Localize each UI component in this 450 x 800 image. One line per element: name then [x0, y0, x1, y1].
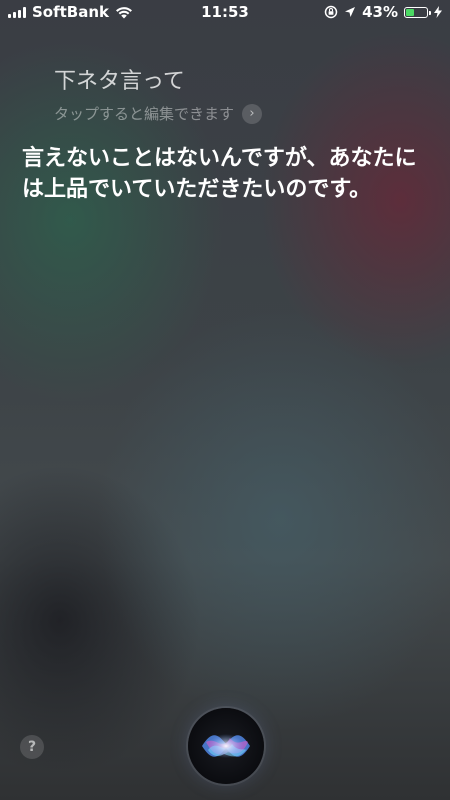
siri-waveform-icon	[202, 734, 250, 758]
status-right: 43%	[324, 3, 442, 21]
location-icon	[345, 7, 356, 17]
battery-icon	[404, 6, 431, 18]
battery-percent: 43%	[362, 3, 398, 21]
siri-response-text: 言えないことはないんですが、あなたには上品でいていただきたいのです。	[22, 146, 417, 202]
help-button[interactable]: ?	[20, 735, 44, 759]
status-bar: SoftBank 11:53 43%	[0, 0, 450, 26]
edit-hint-label: タップすると編集できます	[54, 105, 235, 123]
rotation-lock-icon	[324, 5, 338, 19]
siri-orb-button[interactable]	[188, 708, 264, 784]
charging-icon	[434, 6, 442, 18]
chevron-right-icon[interactable]: ›	[242, 103, 263, 124]
tap-to-edit-hint[interactable]: タップすると編集できます ›	[54, 103, 263, 124]
siri-query-text[interactable]: 下ネタ言って	[54, 63, 185, 95]
battery-level-fill	[406, 8, 414, 16]
